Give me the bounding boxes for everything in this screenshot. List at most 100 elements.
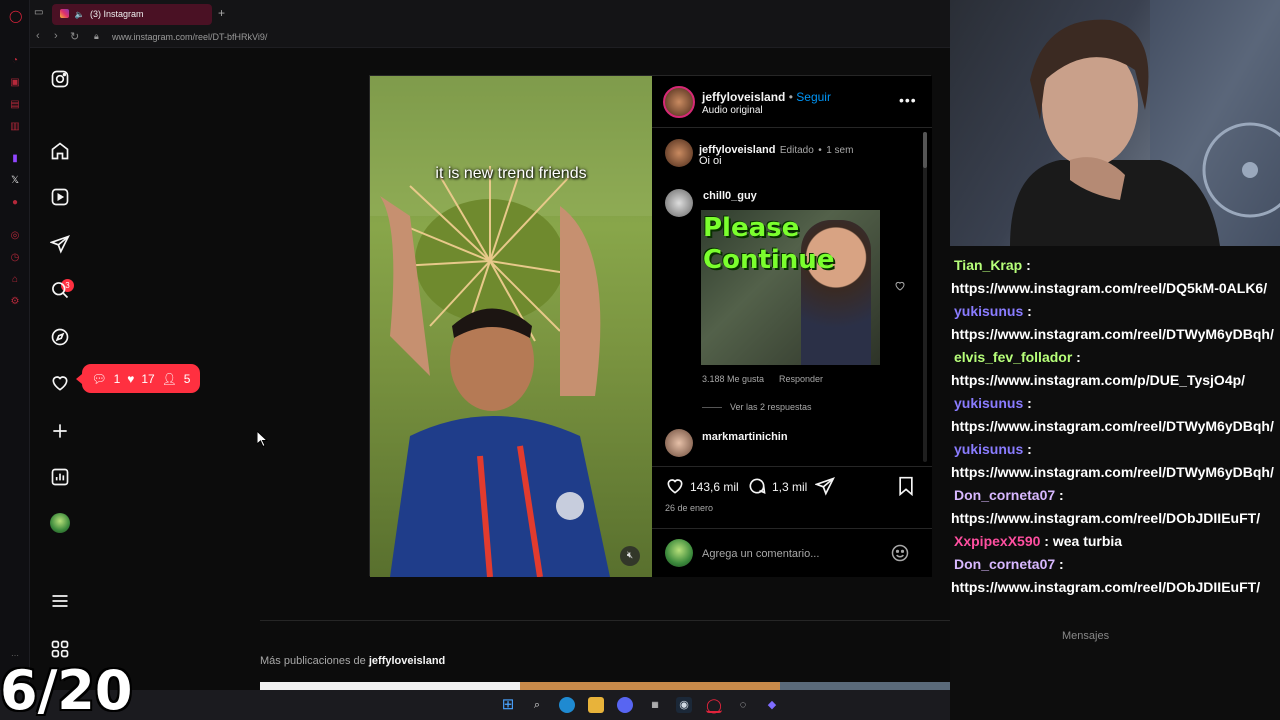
share-icon[interactable] (814, 476, 835, 501)
windows-start-icon[interactable]: ⊞ (500, 697, 516, 713)
avatar[interactable] (665, 189, 693, 217)
tab-list-icon[interactable]: ▭ (34, 7, 43, 18)
comment-notif-icon: 💬︎ (91, 371, 107, 386)
new-tab-button[interactable]: + (218, 6, 225, 20)
reels-icon[interactable] (49, 186, 71, 208)
emoji-icon[interactable] (890, 543, 910, 568)
chat-username[interactable]: Tian_Krap (951, 257, 1022, 273)
url-field[interactable]: www.instagram.com/reel/DT-bfHRkVi9/ (112, 32, 267, 42)
sidebar-app-icon[interactable]: ▥ (9, 121, 21, 133)
author-username[interactable]: jeffyloveisland (702, 90, 785, 104)
sidebar-app-icon[interactable]: ◎ (9, 230, 21, 242)
dashboard-icon[interactable] (49, 466, 71, 488)
stream-counter: 6/20 (0, 659, 133, 720)
thumbnail[interactable] (780, 682, 950, 690)
messages-overlay: Mensajes (1062, 630, 1110, 642)
comment-likes[interactable]: 3.188 Me gusta (702, 374, 764, 384)
app-icon[interactable]: ◌ (735, 697, 751, 713)
comments-scrollbar[interactable] (923, 132, 927, 462)
discord-icon[interactable] (617, 697, 633, 713)
file-explorer-icon[interactable] (588, 697, 604, 713)
chat-username[interactable]: XxpipexX590 (951, 533, 1040, 549)
back-button[interactable]: ‹ (36, 30, 40, 42)
mute-button[interactable]: 🔇︎ (620, 546, 640, 566)
also-from-meta-icon[interactable] (49, 638, 71, 660)
edge-icon[interactable] (559, 697, 575, 713)
chat-text[interactable]: https://www.instagram.com/reel/DTWyM6yDB… (951, 464, 1274, 480)
app-icon[interactable]: ◆ (764, 697, 780, 713)
webcam-overlay (950, 0, 1280, 246)
comment-gif: Please Continue (701, 210, 880, 365)
sidebar-app-icon[interactable]: ▤ (9, 99, 21, 111)
chat-text[interactable]: https://www.instagram.com/p/DUE_TysjO4p/ (951, 372, 1245, 388)
profile-avatar[interactable] (49, 512, 71, 534)
forward-button[interactable]: › (54, 30, 58, 42)
reel-video[interactable]: it is new trend friends 🔇︎ (370, 76, 652, 577)
x-icon[interactable]: 𝕏 (9, 175, 21, 187)
chat-text[interactable]: https://www.instagram.com/reel/DTWyM6yDB… (951, 418, 1274, 434)
steam-icon[interactable]: ◉ (676, 697, 692, 713)
chat-username[interactable]: Don_corneta07 (951, 556, 1055, 572)
comment-username[interactable]: markmartinichin (702, 431, 788, 443)
comment-time[interactable]: 1 sem (826, 145, 853, 156)
comment-username[interactable]: chill0_guy (703, 190, 757, 202)
opera-logo-icon[interactable]: ◯ (9, 10, 22, 22)
chat-message: Don_corneta07 : https://www.instagram.co… (951, 484, 1278, 530)
notifications-heart-icon[interactable] (49, 372, 71, 394)
chat-username[interactable]: yukisunus (951, 303, 1023, 319)
sidebar-app-icon[interactable]: ⌂ (9, 274, 21, 286)
comment-icon[interactable] (747, 476, 767, 501)
avatar (665, 539, 693, 567)
search-icon[interactable]: ⌕ (529, 697, 545, 713)
follow-button[interactable]: Seguir (796, 90, 831, 104)
tab-instagram[interactable]: 🔈 (3) Instagram (52, 4, 212, 25)
chat-username[interactable]: elvis_fev_follador (951, 349, 1072, 365)
explore-icon[interactable] (49, 326, 71, 348)
opera-icon[interactable]: ◯ (706, 697, 722, 713)
sidebar-app-icon[interactable]: ● (9, 197, 21, 209)
instagram-logo-icon[interactable] (49, 68, 71, 90)
avatar[interactable] (665, 139, 693, 167)
chat-username[interactable]: yukisunus (951, 441, 1023, 457)
more-posts-thumbnails[interactable] (260, 682, 950, 690)
chat-separator: : (1022, 257, 1031, 273)
sidebar-app-icon[interactable]: ◔ (9, 55, 21, 67)
comment-count[interactable]: 1,3 mil (772, 480, 807, 494)
chat-username[interactable]: Don_corneta07 (951, 487, 1055, 503)
sidebar-app-icon[interactable]: ▣ (9, 77, 21, 89)
comment-input[interactable]: Agrega un comentario... (702, 548, 819, 560)
settings-icon[interactable]: ⚙ (9, 296, 21, 308)
author-avatar[interactable] (663, 86, 695, 118)
chat-text[interactable]: https://www.instagram.com/reel/DObJDIIEu… (951, 510, 1260, 526)
menu-icon[interactable] (49, 590, 71, 612)
more-options-icon[interactable]: ••• (899, 92, 917, 108)
more-posts-user[interactable]: jeffyloveisland (369, 655, 445, 667)
view-replies-button[interactable]: Ver las 2 respuestas (730, 402, 812, 412)
chat-message: Tian_Krap : https://www.instagram.com/re… (951, 254, 1278, 300)
reply-button[interactable]: Responder (779, 374, 823, 384)
twitch-icon[interactable]: ▮ (9, 153, 21, 165)
more-posts-prefix: Más publicaciones de (260, 655, 366, 667)
like-count[interactable]: 143,6 mil (690, 480, 739, 494)
comment-like-icon[interactable] (894, 279, 906, 297)
save-icon[interactable] (897, 476, 915, 501)
chat-text[interactable]: https://www.instagram.com/reel/DObJDIIEu… (951, 579, 1260, 595)
app-icon[interactable]: ▦ (647, 697, 663, 713)
speaker-icon[interactable]: 🔈 (75, 10, 85, 19)
chat-text[interactable]: https://www.instagram.com/reel/DQ5kM-0AL… (951, 280, 1267, 296)
create-icon[interactable] (49, 420, 71, 442)
chat-text[interactable]: wea turbia (1053, 533, 1122, 549)
avatar[interactable] (665, 429, 693, 457)
chat-username[interactable]: yukisunus (951, 395, 1023, 411)
thumbnail[interactable] (520, 682, 780, 690)
search-icon[interactable] (49, 279, 71, 301)
direct-messages-icon[interactable] (49, 233, 71, 255)
thumbnail[interactable] (260, 682, 520, 690)
audio-link[interactable]: Audio original (702, 105, 763, 116)
post-date[interactable]: 26 de enero (665, 503, 713, 513)
history-icon[interactable]: ◷ (9, 252, 21, 264)
home-icon[interactable] (49, 140, 71, 162)
reload-button[interactable]: ↻ (70, 30, 79, 43)
like-icon[interactable] (665, 476, 685, 501)
chat-text[interactable]: https://www.instagram.com/reel/DTWyM6yDB… (951, 326, 1274, 342)
